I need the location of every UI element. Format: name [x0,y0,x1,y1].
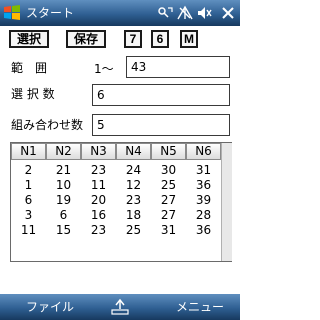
table-row[interactable]: 2 21 23 24 30 31 [11,163,221,178]
column-header[interactable]: N1 [11,143,46,160]
window-title: スタート [26,6,75,20]
windows-flag-icon[interactable] [2,3,22,23]
menu-bar: ファイル メニュー [0,294,240,320]
table-row[interactable]: 3 6 16 18 27 28 [11,208,221,223]
select-count-label: 選 択 数 [11,87,55,101]
table-cell: 31 [195,163,212,177]
table-cell: 39 [195,193,212,207]
column-header[interactable]: N3 [81,143,116,160]
table-cell: 11 [20,223,37,237]
table-cell: 2 [24,163,33,177]
table-body: 2 21 23 24 30 31 1 10 11 12 25 36 6 19 2… [11,163,221,238]
menu-softkey[interactable]: メニュー [176,299,224,315]
table-row[interactable]: 6 19 20 23 27 39 [11,193,221,208]
table-cell: 15 [55,223,72,237]
table-cell: 3 [24,208,33,222]
table-cell: 11 [90,178,107,192]
table-cell: 36 [195,178,212,192]
speaker-icon[interactable] [196,5,212,21]
connectivity-icon[interactable] [156,5,174,21]
table-cell: 1 [24,178,33,192]
table-cell: 23 [90,163,107,177]
m-button[interactable]: M [180,30,198,48]
table-cell: 25 [160,178,177,192]
column-header[interactable]: N2 [46,143,81,160]
column-header[interactable]: N4 [116,143,151,160]
column-header[interactable]: N5 [151,143,186,160]
table-cell: 10 [55,178,72,192]
table-cell: 23 [90,223,107,237]
select-count-input[interactable]: 6 [92,84,230,106]
results-table[interactable]: N1 N2 N3 N4 N5 N6 2 21 23 24 30 31 1 10 … [10,142,232,262]
range-prefix: 1〜 [94,62,114,76]
table-row[interactable]: 11 15 23 25 31 36 [11,223,221,238]
close-icon[interactable] [220,5,236,21]
table-cell: 6 [59,208,68,222]
range-label: 範 囲 [11,61,48,75]
table-cell: 25 [125,223,142,237]
select-button[interactable]: 選択 [9,30,49,48]
save-button[interactable]: 保存 [66,30,106,48]
table-cell: 16 [90,208,107,222]
signal-icon[interactable] [176,5,194,21]
toolbar: 選択 保存 7 6 M [0,26,240,52]
keyboard-icon[interactable] [110,298,130,316]
table-cell: 21 [55,163,72,177]
table-header: N1 N2 N3 N4 N5 N6 [11,143,221,160]
vertical-scrollbar[interactable] [221,143,232,261]
six-button[interactable]: 6 [151,30,169,48]
table-cell: 31 [160,223,177,237]
table-cell: 27 [160,193,177,207]
table-cell: 6 [24,193,33,207]
title-bar: スタート [0,0,240,26]
table-cell: 36 [195,223,212,237]
table-cell: 28 [195,208,212,222]
combo-count-label: 組み合わせ数 [11,118,84,132]
table-cell: 18 [125,208,142,222]
table-cell: 20 [90,193,107,207]
table-cell: 12 [125,178,142,192]
table-cell: 24 [125,163,142,177]
seven-button[interactable]: 7 [124,30,142,48]
table-cell: 19 [55,193,72,207]
table-cell: 23 [125,193,142,207]
combo-count-input[interactable]: 5 [92,114,230,136]
range-max-input[interactable]: 43 [126,56,230,78]
table-row[interactable]: 1 10 11 12 25 36 [11,178,221,193]
table-cell: 30 [160,163,177,177]
table-cell: 27 [160,208,177,222]
column-header[interactable]: N6 [186,143,221,160]
file-softkey[interactable]: ファイル [26,299,74,315]
